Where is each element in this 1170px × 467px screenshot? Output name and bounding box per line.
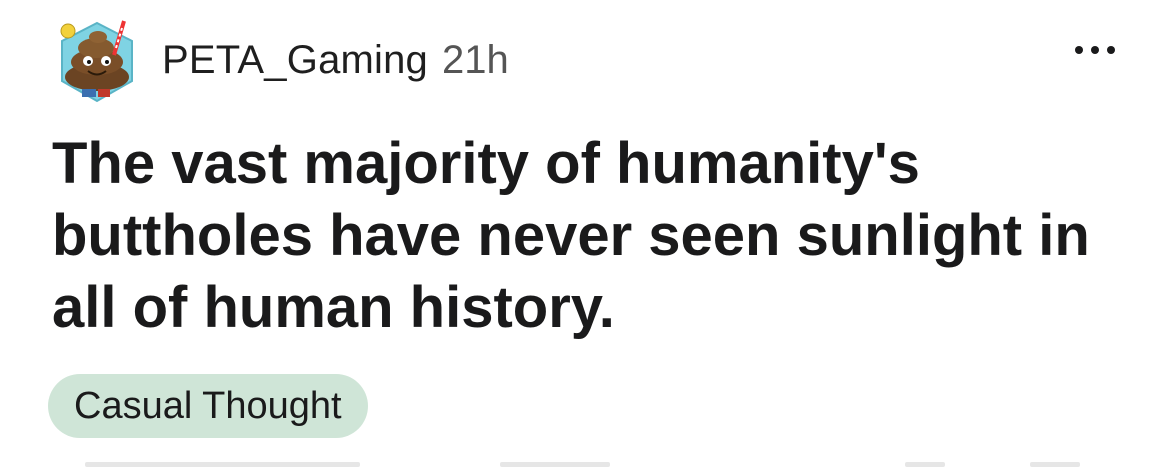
dot-icon bbox=[1091, 46, 1099, 54]
avatar-image-icon bbox=[60, 20, 133, 103]
dot-icon bbox=[1075, 46, 1083, 54]
dot-icon bbox=[1107, 46, 1115, 54]
post-title[interactable]: The vast majority of humanity's butthole… bbox=[52, 128, 1142, 344]
divider bbox=[85, 462, 360, 467]
divider bbox=[905, 462, 945, 467]
avatar[interactable] bbox=[52, 15, 142, 105]
divider bbox=[1030, 462, 1080, 467]
more-options-icon[interactable] bbox=[1075, 38, 1115, 62]
divider bbox=[500, 462, 610, 467]
post-age: 21h bbox=[442, 37, 509, 82]
post-header: PETA_Gaming 21h bbox=[52, 10, 509, 110]
post-flair[interactable]: Casual Thought bbox=[48, 374, 368, 438]
post-card[interactable]: PETA_Gaming 21h The vast majority of hum… bbox=[0, 0, 1170, 467]
author-name[interactable]: PETA_Gaming bbox=[162, 38, 428, 83]
